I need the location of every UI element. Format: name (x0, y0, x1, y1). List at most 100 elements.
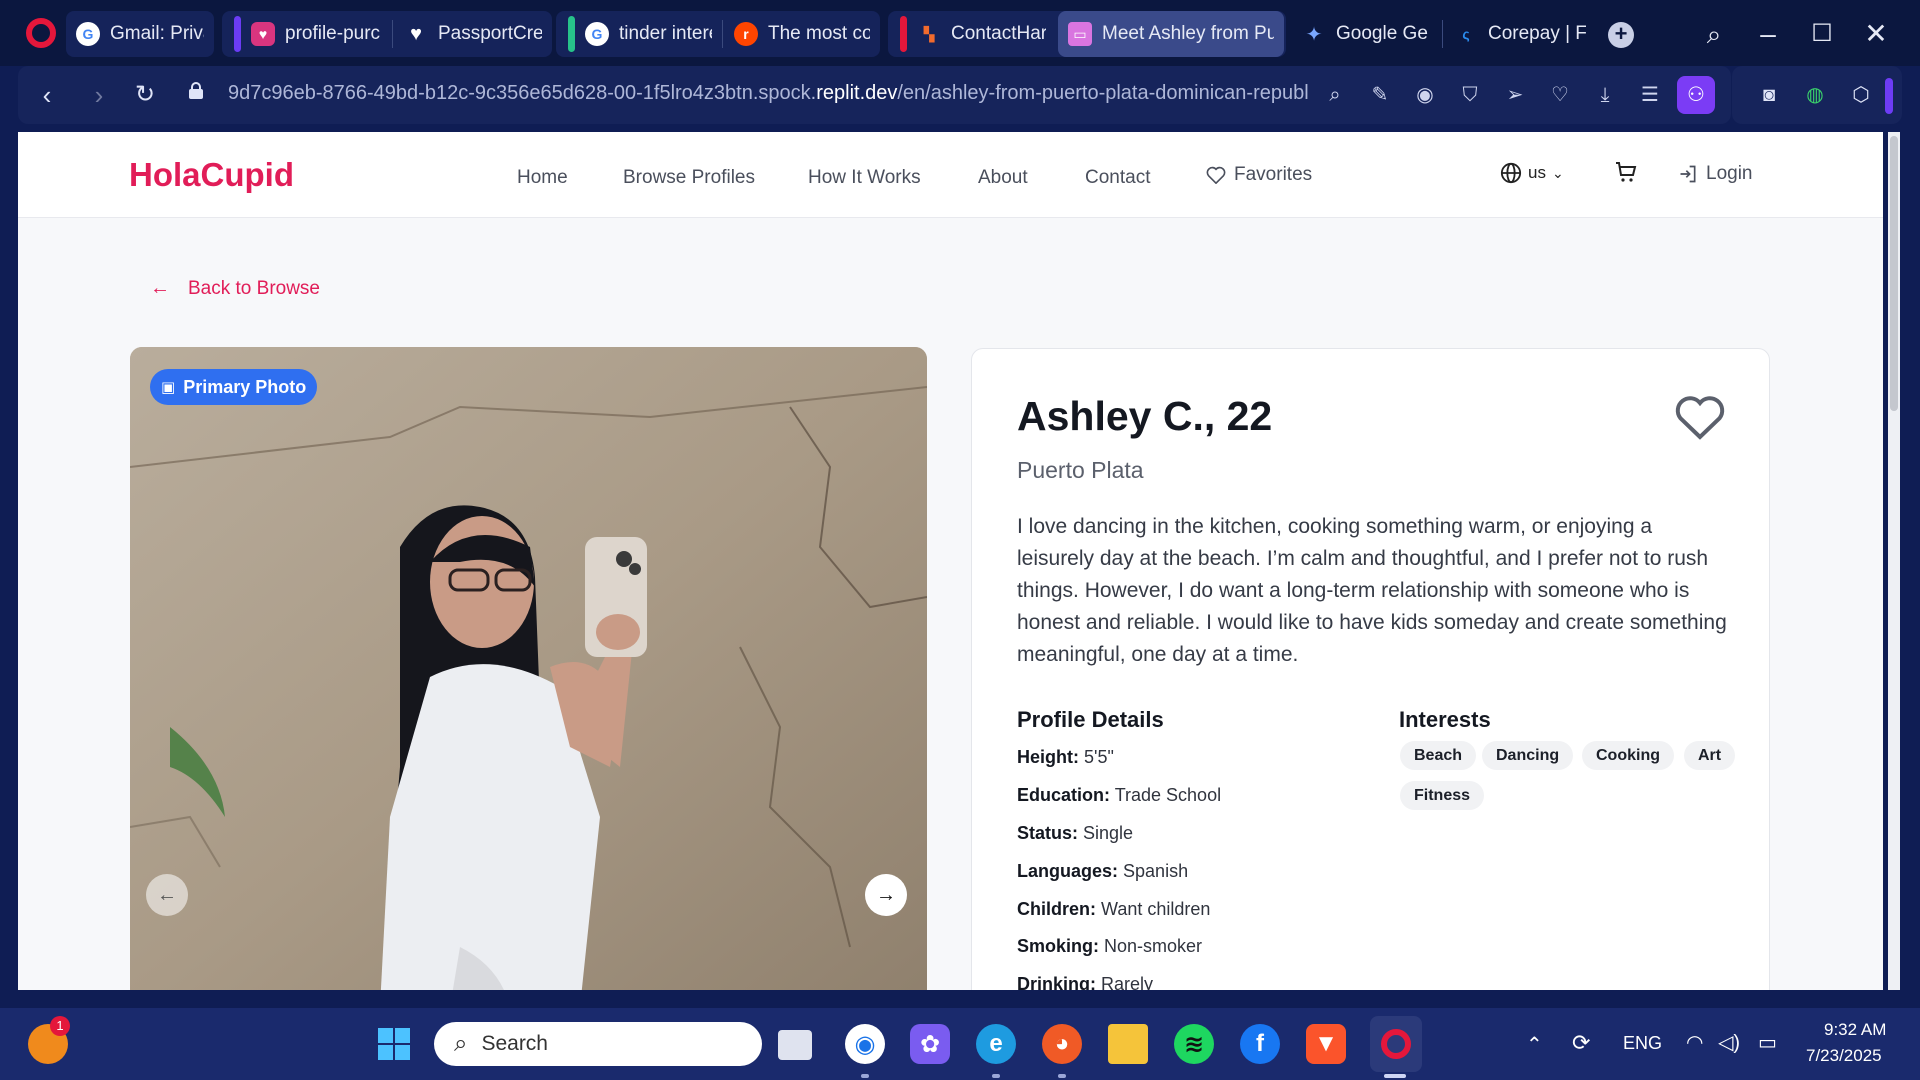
taskbar-search-box[interactable]: ⌕ Search (434, 1022, 762, 1066)
google-icon: G (76, 22, 100, 46)
nav-home[interactable]: Home (517, 167, 568, 189)
volume-icon[interactable]: ◁) (1718, 1030, 1740, 1055)
input-language[interactable]: ENG (1623, 1033, 1662, 1054)
clock-date[interactable]: 7/23/2025 (1806, 1046, 1882, 1066)
facebook-icon[interactable]: f (1240, 1024, 1280, 1064)
sidebar-strip[interactable] (1885, 78, 1893, 114)
nav-contact[interactable]: Contact (1085, 167, 1150, 189)
login-link[interactable]: Login (1678, 163, 1753, 185)
url-path: /en/ashley-from-puerto-plata-dominican-r… (897, 82, 1309, 104)
tab-google-gemini[interactable]: ✦ Google Gemi (1292, 11, 1438, 57)
nav-browse-profiles[interactable]: Browse Profiles (623, 167, 755, 189)
primary-photo-label: Primary Photo (183, 376, 307, 397)
nav-how-it-works[interactable]: How It Works (808, 167, 921, 189)
opera-logo-icon[interactable] (26, 18, 56, 48)
extension-icon[interactable]: ◍ (1800, 80, 1830, 110)
zoom-search-icon[interactable]: ⌕ (1320, 80, 1350, 110)
spotify-icon[interactable]: ≋ (1174, 1024, 1214, 1064)
next-photo-button[interactable]: → (865, 874, 907, 916)
copilot-icon[interactable]: ✿ (910, 1024, 950, 1064)
tab-profile-purch[interactable]: ♥ profile-purch (230, 11, 390, 57)
detail-label: Drinking: (1017, 974, 1096, 990)
edit-icon[interactable]: ✎ (1365, 80, 1395, 110)
detail-label: Languages: (1017, 861, 1119, 881)
profile-icon[interactable]: ⚇ (1677, 76, 1715, 114)
easy-setup-icon[interactable]: ☰ (1635, 80, 1665, 110)
tab-gmail[interactable]: G Gmail: Private (66, 11, 214, 57)
url-domain: replit.dev (816, 82, 898, 104)
previous-photo-button[interactable]: ← (146, 874, 188, 916)
extensions-bar: ◙ ◍ ⬡ (1732, 66, 1902, 124)
detail-education: Education: Trade School (1017, 785, 1221, 806)
camera-icon[interactable]: ◙ (1754, 80, 1784, 110)
detail-value: Want children (1101, 899, 1211, 919)
edge-icon[interactable]: e (976, 1024, 1016, 1064)
sync-icon[interactable]: ⟳ (1572, 1030, 1590, 1056)
site-logo[interactable]: HolaCupid (129, 156, 294, 194)
page-scrollbar[interactable] (1888, 132, 1900, 990)
minimize-button[interactable]: – (1748, 14, 1788, 54)
forward-icon[interactable]: › (78, 74, 120, 116)
tab-passportcrew[interactable]: ♥ PassportCrew (394, 11, 552, 57)
back-label: Back to Browse (188, 277, 320, 299)
interest-tag: Art (1684, 741, 1736, 770)
tab-separator (1442, 20, 1443, 48)
profile-bio: I love dancing in the kitchen, cooking s… (1017, 515, 1727, 666)
chevron-up-icon[interactable]: ⌃ (1526, 1032, 1543, 1057)
running-indicator (992, 1074, 1000, 1078)
heart-icon[interactable]: ♡ (1545, 80, 1575, 110)
tab-contactharvest[interactable]: ▚ ContactHarve (896, 11, 1056, 57)
back-to-browse-link[interactable]: ← Back to Browse (150, 277, 320, 300)
windows-start-icon[interactable] (374, 1024, 414, 1064)
tab-meet-ashley[interactable]: ▭ Meet Ashley from Puer (1058, 11, 1284, 57)
wifi-icon[interactable]: ◠ (1686, 1030, 1703, 1055)
detail-value: Single (1083, 823, 1134, 843)
favorite-heart-icon[interactable] (1674, 393, 1726, 441)
detail-label: Status: (1017, 823, 1079, 843)
interest-tag: Cooking (1582, 741, 1674, 770)
cube-icon[interactable]: ⬡ (1846, 80, 1876, 110)
reddit-icon: r (734, 22, 758, 46)
cart-icon[interactable] (1614, 160, 1638, 184)
opera-taskbar-icon[interactable] (1370, 1016, 1422, 1072)
file-explorer-icon[interactable] (1108, 1024, 1148, 1064)
shield-icon[interactable]: ⛉ (1455, 80, 1485, 110)
tab-separator (722, 20, 723, 48)
send-icon[interactable]: ➢ (1500, 80, 1530, 110)
maximize-button[interactable]: ☐ (1802, 14, 1842, 54)
scrollbar-thumb[interactable] (1890, 136, 1898, 411)
task-view-icon[interactable] (778, 1030, 812, 1060)
battery-icon[interactable]: ▭ (1758, 1030, 1777, 1055)
url-field[interactable]: 9d7c96eb-8766-49bd-b12c-9c356e65d628-00-… (228, 82, 1313, 105)
running-indicator (861, 1074, 869, 1078)
detail-status: Status: Single (1017, 823, 1133, 844)
nav-about[interactable]: About (978, 167, 1028, 189)
tab-reddit[interactable]: r The most con (724, 11, 880, 57)
detail-label: Education: (1017, 785, 1110, 805)
close-button[interactable]: ✕ (1856, 14, 1896, 54)
nav-favorites[interactable]: Favorites (1206, 164, 1312, 186)
language-selector[interactable]: us ⌄ (1500, 162, 1564, 184)
download-icon[interactable]: ⤓ (1590, 80, 1620, 110)
brave-icon[interactable]: ▼ (1306, 1024, 1346, 1064)
lock-icon[interactable] (188, 82, 204, 100)
tab-corepay[interactable]: ς Corepay | Ful (1444, 11, 1596, 57)
group-color-bar (234, 16, 241, 52)
search-tabs-icon[interactable]: ⌕ (1694, 14, 1734, 54)
firefox-icon[interactable]: ◕ (1042, 1024, 1082, 1064)
google-icon: G (585, 22, 609, 46)
windows-taskbar: ⌕ Search ◉ ✿ e ◕ ≋ f ▼ ⌃ ⟳ ENG ◠ ◁) ▭ 9:… (0, 1008, 1920, 1080)
back-icon[interactable]: ‹ (26, 74, 68, 116)
photo-carousel[interactable]: ▣ Primary Photo ← → (130, 347, 927, 990)
new-tab-button[interactable]: + (1608, 22, 1634, 48)
tab-tinder-interest[interactable]: G tinder interes (564, 11, 722, 57)
primary-photo-badge: ▣ Primary Photo (150, 369, 318, 405)
address-bar: ‹ › ↻ 9d7c96eb-8766-49bd-b12c-9c356e65d6… (18, 66, 1731, 124)
reload-icon[interactable]: ↻ (124, 74, 166, 116)
chrome-icon[interactable]: ◉ (845, 1024, 885, 1064)
detail-drinking: Drinking: Rarely (1017, 974, 1153, 990)
clock-time[interactable]: 9:32 AM (1824, 1020, 1886, 1040)
url-prefix: 9d7c96eb-8766-49bd-b12c-9c356e65d628-00-… (228, 82, 817, 104)
snapshot-icon[interactable]: ◉ (1410, 80, 1440, 110)
gemini-icon: ✦ (1305, 23, 1323, 46)
